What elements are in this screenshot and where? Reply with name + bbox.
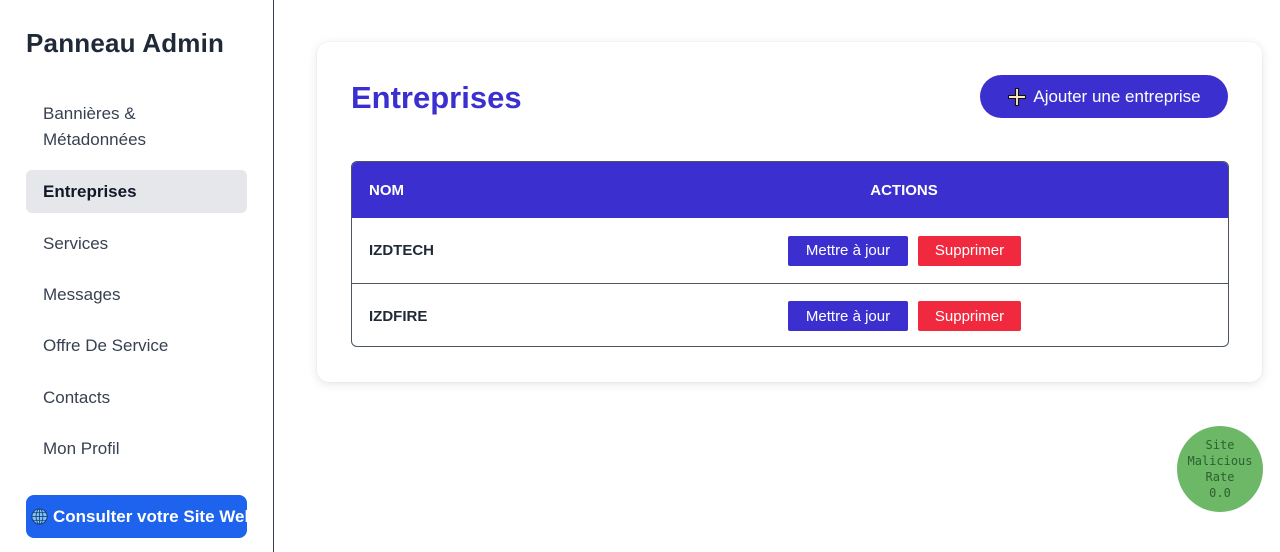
view-website-label: Consulter votre Site Web: [53, 506, 247, 526]
page-title: Entreprises: [351, 80, 522, 115]
sidebar-item-offre-de-service[interactable]: Offre De Service: [26, 324, 247, 367]
column-header-nom: NOM: [369, 181, 404, 199]
sidebar-item-label: Messages: [43, 284, 121, 304]
sidebar-item-mon-profil[interactable]: Mon Profil: [26, 427, 247, 470]
row-actions: Mettre à jour Supprimer: [788, 301, 1021, 331]
sidebar-item-entreprises[interactable]: Entreprises: [26, 170, 247, 213]
badge-rate-value: 0.0: [1209, 486, 1231, 500]
table-header: NOM ACTIONS: [352, 162, 1228, 218]
update-button[interactable]: Mettre à jour: [788, 235, 908, 266]
sidebar-item-services[interactable]: Services: [26, 222, 247, 265]
badge-line-site: Site: [1205, 438, 1235, 452]
sidebar-item-label: Bannières & Métadonnées: [43, 104, 147, 149]
sidebar: Panneau Admin Bannières & Métadonnées En…: [0, 0, 274, 552]
update-button[interactable]: Mettre à jour: [788, 301, 908, 331]
sidebar-item-label: Services: [43, 233, 109, 253]
sidebar-item-banners-metadata[interactable]: Bannières & Métadonnées: [26, 101, 247, 153]
company-name: IZDTECH: [369, 242, 434, 259]
add-company-button[interactable]: Ajouter une entreprise: [980, 75, 1228, 118]
view-website-button[interactable]: Consulter votre Site Web: [26, 495, 247, 538]
column-header-actions: ACTIONS: [870, 181, 938, 199]
table-row: IZDTECH Mettre à jour Supprimer: [352, 218, 1228, 283]
sidebar-item-label: Entreprises: [43, 181, 137, 201]
badge-line-malicious: Malicious: [1187, 454, 1253, 468]
globe-icon: [31, 508, 48, 525]
row-actions: Mettre à jour Supprimer: [788, 235, 1021, 266]
table-row: IZDFIRE Mettre à jour Supprimer: [352, 283, 1228, 346]
company-name: IZDFIRE: [369, 307, 428, 325]
add-company-label: Ajouter une entreprise: [1033, 86, 1201, 106]
sidebar-item-contacts[interactable]: Contacts: [26, 376, 247, 419]
sidebar-item-label: Offre De Service: [43, 335, 169, 355]
sidebar-item-messages[interactable]: Messages: [26, 273, 247, 316]
malicious-rate-badge[interactable]: Site Malicious Rate 0.0: [1177, 426, 1263, 512]
companies-card: Entreprises Ajouter une entreprise NOM A…: [317, 42, 1262, 382]
badge-line-rate: Rate: [1205, 470, 1235, 484]
companies-table: NOM ACTIONS IZDTECH Mettre à jour Suppri…: [351, 161, 1229, 347]
sidebar-item-label: Mon Profil: [43, 438, 120, 458]
delete-button[interactable]: Supprimer: [918, 301, 1021, 331]
admin-panel-title: Panneau Admin: [26, 28, 225, 58]
plus-icon: [1008, 87, 1027, 106]
delete-button[interactable]: Supprimer: [918, 235, 1021, 266]
sidebar-item-label: Contacts: [43, 387, 111, 407]
